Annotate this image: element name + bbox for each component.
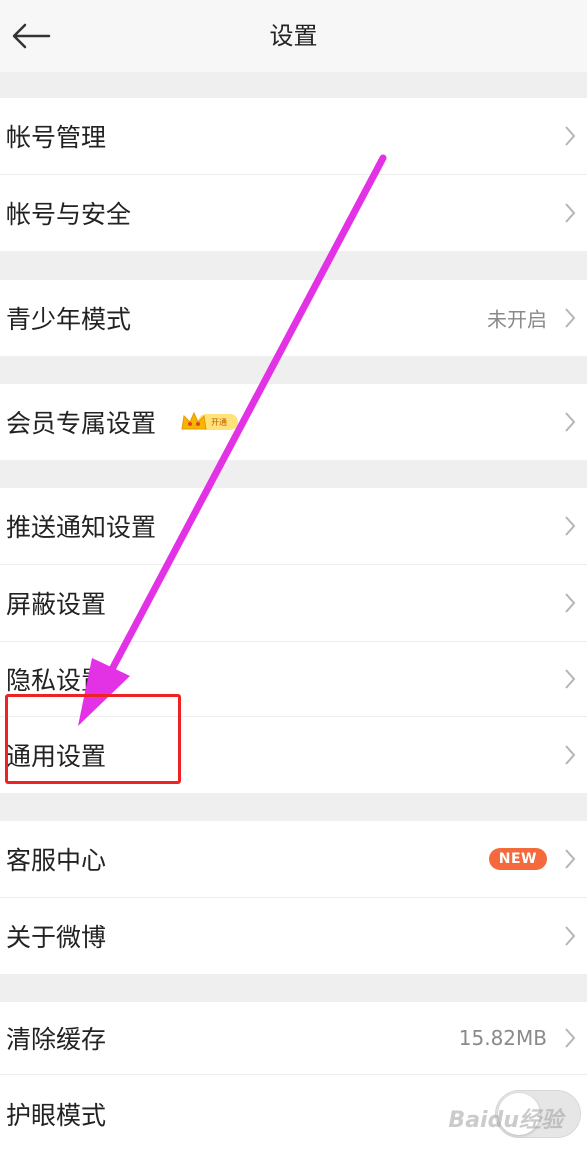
chevron-right-icon	[565, 126, 576, 146]
chevron-right-icon	[565, 745, 576, 765]
vip-crown-icon: 开通	[181, 411, 238, 430]
chevron-right-icon	[565, 669, 576, 689]
chevron-right-icon	[565, 412, 576, 432]
header-bar: 设置	[0, 0, 587, 72]
settings-item-customer-service[interactable]: 客服中心 NEW	[0, 821, 587, 897]
settings-item-about-weibo[interactable]: 关于微博	[0, 898, 587, 974]
settings-item-label: 屏蔽设置	[6, 590, 107, 619]
new-badge: NEW	[488, 848, 547, 870]
settings-item-label: 清除缓存	[6, 1025, 107, 1054]
settings-item-privacy[interactable]: 隐私设置	[0, 642, 587, 716]
settings-item-label: 护眼模式	[6, 1100, 107, 1130]
settings-item-block-settings[interactable]: 屏蔽设置	[0, 565, 587, 641]
vip-badge-text: 开通	[211, 417, 227, 427]
chevron-right-icon	[565, 308, 576, 328]
chevron-right-icon	[565, 593, 576, 613]
settings-item-eye-care-mode[interactable]: 护眼模式	[0, 1075, 587, 1152]
settings-item-label: 会员专属设置	[6, 409, 157, 438]
toggle-knob	[498, 1092, 540, 1135]
settings-item-account-security[interactable]: 帐号与安全	[0, 175, 587, 251]
settings-item-label: 帐号与安全	[6, 200, 132, 229]
settings-item-push-notifications[interactable]: 推送通知设置	[0, 488, 587, 564]
settings-item-vip-settings[interactable]: 会员专属设置 开通	[0, 384, 587, 460]
eye-care-toggle[interactable]	[495, 1089, 581, 1138]
settings-item-general[interactable]: 通用设置	[0, 717, 587, 793]
chevron-right-icon	[565, 849, 576, 869]
chevron-right-icon	[565, 1028, 576, 1048]
settings-item-account-management[interactable]: 帐号管理	[0, 98, 587, 174]
settings-item-clear-cache[interactable]: 清除缓存 15.82MB	[0, 1002, 587, 1074]
settings-item-label: 客服中心	[6, 846, 107, 875]
page-title: 设置	[269, 22, 318, 50]
chevron-right-icon	[565, 203, 576, 223]
settings-item-label: 通用设置	[6, 742, 107, 771]
settings-item-label: 青少年模式	[6, 305, 132, 334]
settings-item-label: 推送通知设置	[6, 513, 157, 542]
chevron-right-icon	[565, 926, 576, 946]
settings-item-teen-mode[interactable]: 青少年模式 未开启	[0, 280, 587, 356]
settings-item-label: 关于微博	[6, 923, 107, 952]
chevron-right-icon	[565, 516, 576, 536]
cache-size: 15.82MB	[458, 1026, 547, 1050]
settings-item-label: 隐私设置	[6, 666, 107, 695]
teen-mode-status: 未开启	[487, 307, 547, 332]
settings-item-label: 帐号管理	[6, 123, 107, 152]
